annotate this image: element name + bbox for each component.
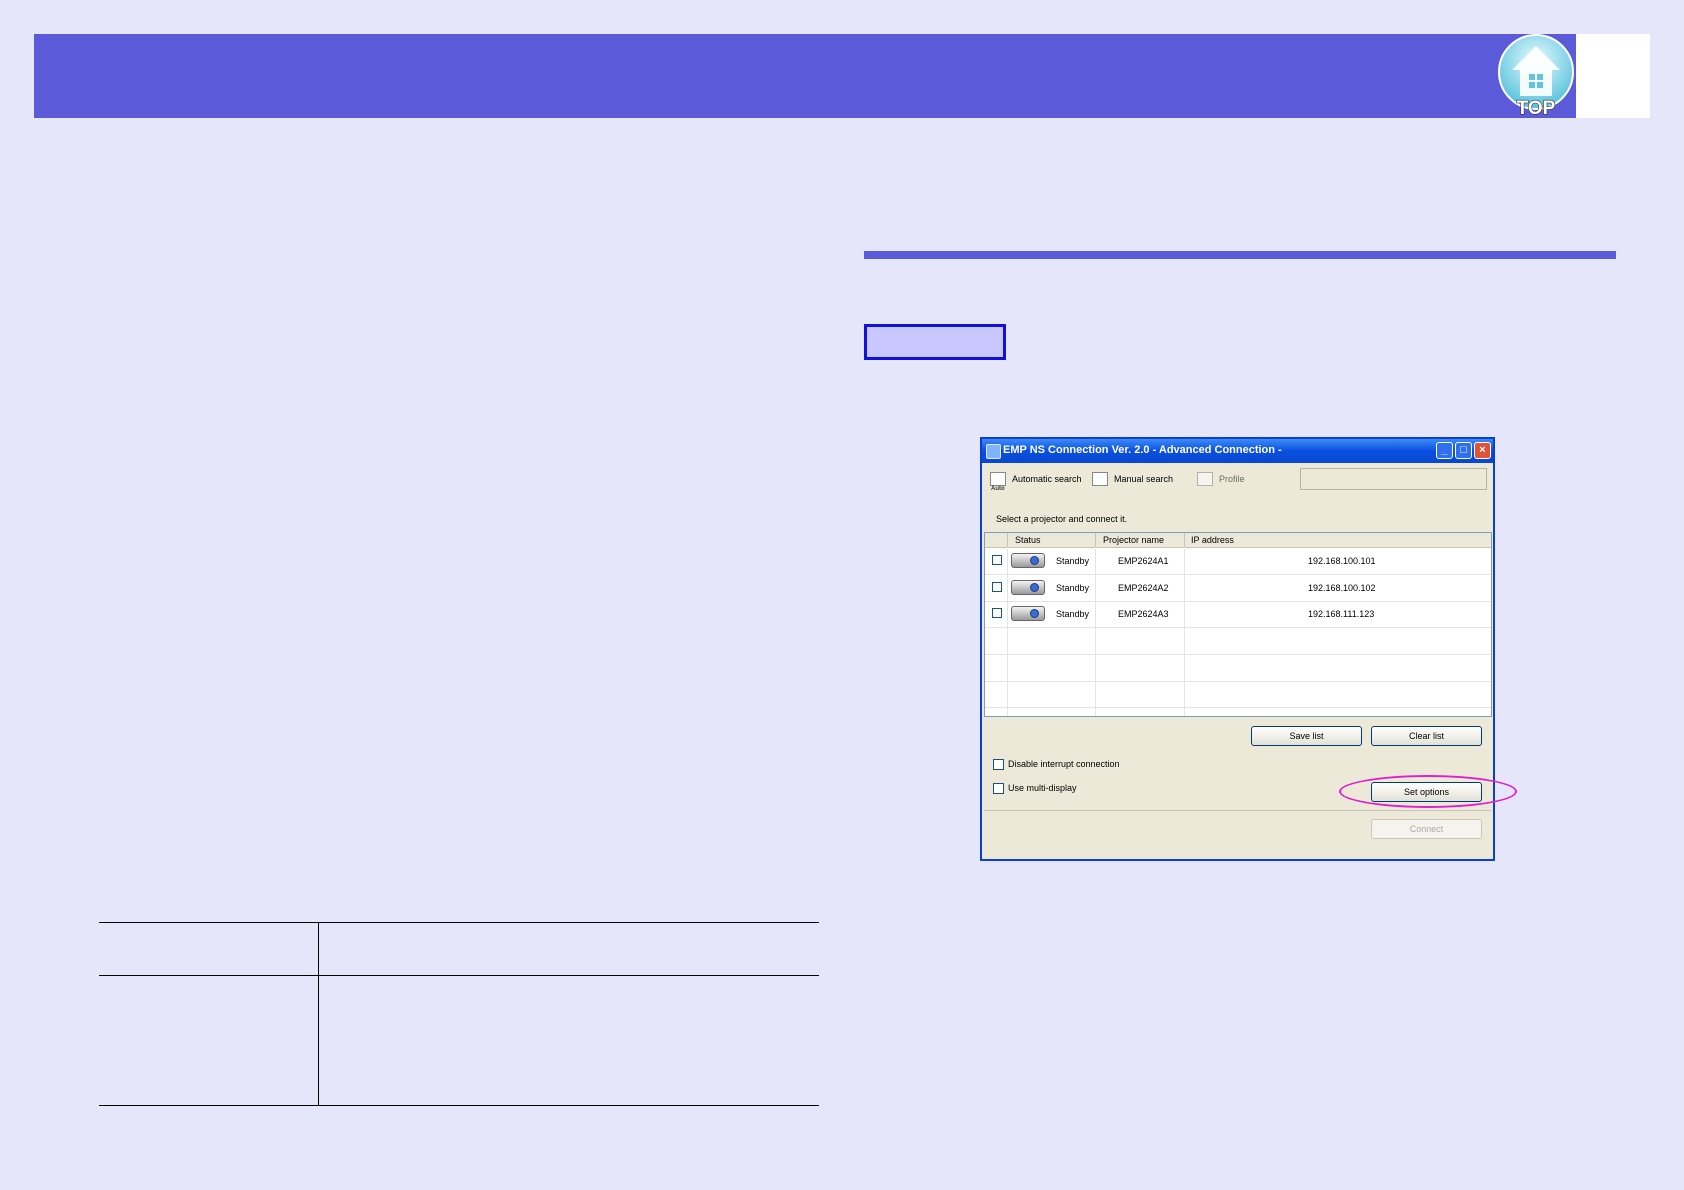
projector-icon	[1011, 553, 1045, 568]
header-corner	[1576, 34, 1650, 118]
empty-row	[985, 681, 1491, 708]
home-icon: TOP	[1498, 34, 1574, 120]
connect-button[interactable]: Connect	[1371, 819, 1482, 839]
manual-search-icon	[1092, 472, 1108, 486]
manual-search-button[interactable]: Manual search	[1092, 470, 1182, 490]
close-button[interactable]: ×	[1474, 442, 1491, 459]
empty-row	[985, 628, 1491, 655]
row-status: Standby	[1056, 556, 1090, 566]
row-projector-name: EMP2624A1	[1118, 556, 1169, 566]
profile-button[interactable]: Profile ▾	[1197, 470, 1305, 490]
row-ip-address: 192.168.111.123	[1308, 609, 1375, 619]
top-label: TOP	[1517, 98, 1556, 119]
header-divider	[1095, 533, 1096, 547]
column-ip-address[interactable]: IP address	[1191, 535, 1234, 545]
automatic-search-label: Automatic search	[1012, 474, 1082, 484]
automatic-search-button[interactable]: Auto Automatic search	[990, 470, 1090, 492]
row-projector-name: EMP2624A2	[1118, 583, 1169, 593]
empty-row	[985, 655, 1491, 682]
projector-list[interactable]: Status Projector name IP address Standby…	[984, 532, 1492, 717]
profile-label: Profile	[1219, 474, 1245, 484]
projector-icon	[1011, 580, 1045, 595]
automatic-search-icon: Auto	[990, 472, 1006, 492]
column-status[interactable]: Status	[1015, 535, 1041, 545]
profile-path-field	[1300, 468, 1487, 490]
list-header: Status Projector name IP address	[985, 533, 1491, 548]
row-ip-address: 192.168.100.101	[1308, 556, 1376, 566]
manual-search-label: Manual search	[1114, 474, 1174, 484]
instruction-text: Select a projector and connect it.	[996, 514, 1128, 524]
header-divider	[1007, 533, 1008, 547]
table-row-divider	[99, 975, 819, 976]
profile-icon	[1197, 472, 1213, 486]
header-band	[34, 34, 1576, 118]
auto-icon-text: Auto	[991, 486, 1005, 492]
app-icon	[986, 444, 1001, 459]
dialog-titlebar: EMP NS Connection Ver. 2.0 - Advanced Co…	[982, 439, 1493, 463]
header-divider	[1184, 533, 1185, 547]
disable-interrupt-checkbox[interactable]	[993, 759, 1004, 770]
save-list-button[interactable]: Save list	[1251, 726, 1362, 746]
footer-separator	[984, 810, 1491, 811]
row-checkbox[interactable]	[992, 582, 1002, 592]
maximize-button[interactable]: □	[1455, 442, 1472, 459]
projector-row[interactable]: Standby EMP2624A1 192.168.100.101	[985, 548, 1491, 575]
minimize-button[interactable]: _	[1436, 442, 1453, 459]
multi-display-checkbox[interactable]	[993, 783, 1004, 794]
row-ip-address: 192.168.100.102	[1308, 583, 1376, 593]
set-options-button[interactable]: Set options	[1371, 782, 1482, 802]
table-column-divider	[318, 923, 319, 1105]
parameter-table	[99, 922, 819, 1106]
projector-row[interactable]: Standby EMP2624A2 192.168.100.102	[985, 575, 1491, 602]
column-projector-name[interactable]: Projector name	[1103, 535, 1164, 545]
dialog-toolbar: Auto Automatic search Manual search Prof…	[984, 465, 1491, 495]
projector-row[interactable]: Standby EMP2624A3 192.168.111.123	[985, 601, 1491, 628]
row-checkbox[interactable]	[992, 608, 1002, 618]
row-checkbox[interactable]	[992, 555, 1002, 565]
multi-display-label: Use multi-display	[1008, 783, 1077, 793]
row-projector-name: EMP2624A3	[1118, 609, 1169, 619]
row-status: Standby	[1056, 609, 1090, 619]
dialog-title: EMP NS Connection Ver. 2.0 - Advanced Co…	[1003, 444, 1282, 456]
disable-interrupt-label: Disable interrupt connection	[1008, 759, 1120, 769]
clear-list-button[interactable]: Clear list	[1371, 726, 1482, 746]
projector-icon	[1011, 606, 1045, 621]
top-home-button[interactable]: TOP	[1496, 34, 1580, 120]
advanced-connection-dialog: EMP NS Connection Ver. 2.0 - Advanced Co…	[980, 437, 1495, 861]
row-status: Standby	[1056, 583, 1090, 593]
procedure-box	[864, 324, 1006, 360]
section-rule	[864, 251, 1616, 259]
